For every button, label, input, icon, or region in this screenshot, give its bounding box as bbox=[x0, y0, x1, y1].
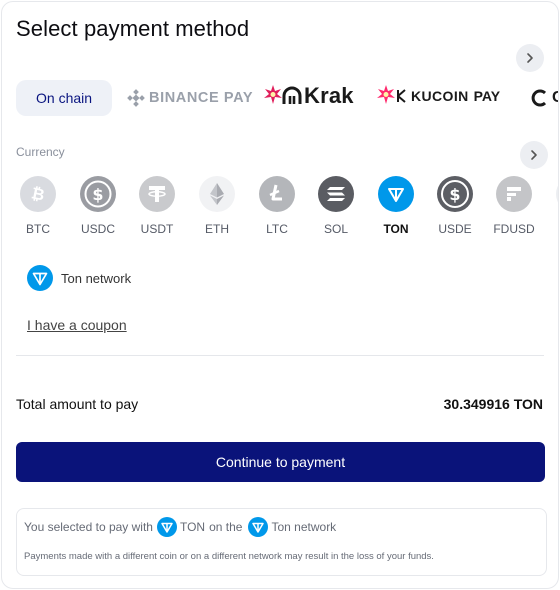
usde-icon: $ bbox=[437, 176, 473, 212]
selection-summary: You selected to pay with TON on the Ton … bbox=[24, 517, 336, 537]
kraken-logo-icon bbox=[264, 85, 282, 104]
info-coin: TON bbox=[179, 520, 206, 534]
currency-usdt-label: USDT bbox=[140, 222, 174, 236]
usdc-icon: $ bbox=[80, 176, 116, 212]
bitcoin-icon: ₿ bbox=[20, 176, 56, 212]
currency-list: ₿ BTC $ USDC USDT ETH LTC SOL TON $ USDE… bbox=[2, 176, 558, 246]
info-middle: on the bbox=[209, 520, 243, 534]
currency-btc-label: BTC bbox=[26, 222, 50, 236]
partial-coin-icon bbox=[556, 176, 558, 212]
selection-info-box: You selected to pay with TON on the Ton … bbox=[16, 508, 547, 576]
currency-partial[interactable]: L bbox=[550, 176, 558, 236]
currency-ton[interactable]: TON bbox=[372, 176, 420, 236]
currency-btc[interactable]: ₿ BTC bbox=[14, 176, 62, 236]
kucoin-logo-icon bbox=[377, 85, 395, 104]
ton-icon bbox=[27, 265, 53, 291]
tether-icon bbox=[139, 176, 175, 212]
info-prefix: You selected to pay with bbox=[24, 520, 153, 534]
binance-diamond-icon bbox=[127, 89, 145, 107]
fdusd-icon bbox=[496, 176, 532, 212]
warning-note: Payments made with a different coin or o… bbox=[24, 551, 434, 562]
continue-to-payment-button[interactable]: Continue to payment bbox=[16, 442, 545, 482]
kraken-m-icon bbox=[282, 86, 302, 104]
currency-sol[interactable]: SOL bbox=[312, 176, 360, 236]
method-partial-next[interactable]: C bbox=[529, 80, 558, 116]
chevron-right-icon bbox=[527, 53, 533, 63]
method-kucoin-pay[interactable]: KUCOIN PAY bbox=[376, 78, 500, 114]
currency-usdt[interactable]: USDT bbox=[133, 176, 181, 236]
currency-usdc[interactable]: $ USDC bbox=[74, 176, 122, 236]
currency-ton-label: TON bbox=[383, 222, 409, 236]
payment-method-card: Select payment method On chain BINANCE P… bbox=[1, 1, 559, 589]
solana-icon bbox=[318, 176, 354, 212]
kucoin-k-icon bbox=[397, 89, 406, 103]
method-kraken[interactable]: Krak bbox=[263, 78, 354, 114]
total-amount-label: Total amount to pay bbox=[16, 396, 139, 412]
currency-fdusd-label: FDUSD bbox=[493, 222, 535, 236]
total-amount-value: 30.349916 TON bbox=[443, 396, 543, 412]
currency-eth-label: ETH bbox=[205, 222, 229, 236]
ton-icon bbox=[248, 517, 269, 537]
chevron-right-icon bbox=[531, 150, 537, 160]
page-title: Select payment method bbox=[16, 16, 250, 41]
currency-eth[interactable]: ETH bbox=[193, 176, 241, 236]
method-on-chain[interactable]: On chain bbox=[16, 80, 113, 116]
kucoin-label: KUCOIN bbox=[411, 88, 469, 104]
network-ton[interactable]: Ton network bbox=[27, 265, 131, 291]
binance-pay-label: BINANCE PAY bbox=[149, 90, 254, 106]
currency-usde[interactable]: $ USDE bbox=[431, 176, 479, 236]
divider bbox=[16, 355, 544, 356]
currency-label: Currency bbox=[16, 145, 65, 159]
svg-text:$: $ bbox=[92, 185, 103, 204]
currency-next-button[interactable] bbox=[520, 141, 548, 169]
partial-method-label: C bbox=[552, 89, 558, 107]
network-label: Ton network bbox=[61, 270, 132, 286]
ton-icon bbox=[378, 176, 414, 212]
info-network: Ton network bbox=[271, 520, 337, 534]
method-binance-pay[interactable]: BINANCE PAY bbox=[127, 80, 253, 116]
kucoin-pay-suffix: PAY bbox=[473, 88, 501, 104]
currency-fdusd[interactable]: FDUSD bbox=[490, 176, 538, 236]
svg-text:$: $ bbox=[449, 185, 460, 204]
currency-usde-label: USDE bbox=[438, 222, 472, 236]
ton-icon bbox=[156, 517, 177, 537]
currency-usdc-label: USDC bbox=[80, 222, 115, 236]
payment-methods-row: On chain bbox=[16, 80, 113, 116]
coinbase-logo-icon bbox=[531, 89, 547, 107]
coupon-link[interactable]: I have a coupon bbox=[27, 317, 127, 333]
kraken-label: Krak bbox=[304, 83, 354, 108]
methods-next-button[interactable] bbox=[516, 44, 544, 72]
currency-sol-label: SOL bbox=[323, 222, 348, 236]
currency-ltc[interactable]: LTC bbox=[253, 176, 301, 236]
svg-text:₿: ₿ bbox=[30, 184, 47, 204]
ethereum-icon bbox=[199, 176, 235, 212]
currency-ltc-label: LTC bbox=[266, 222, 288, 236]
litecoin-icon bbox=[259, 176, 295, 212]
